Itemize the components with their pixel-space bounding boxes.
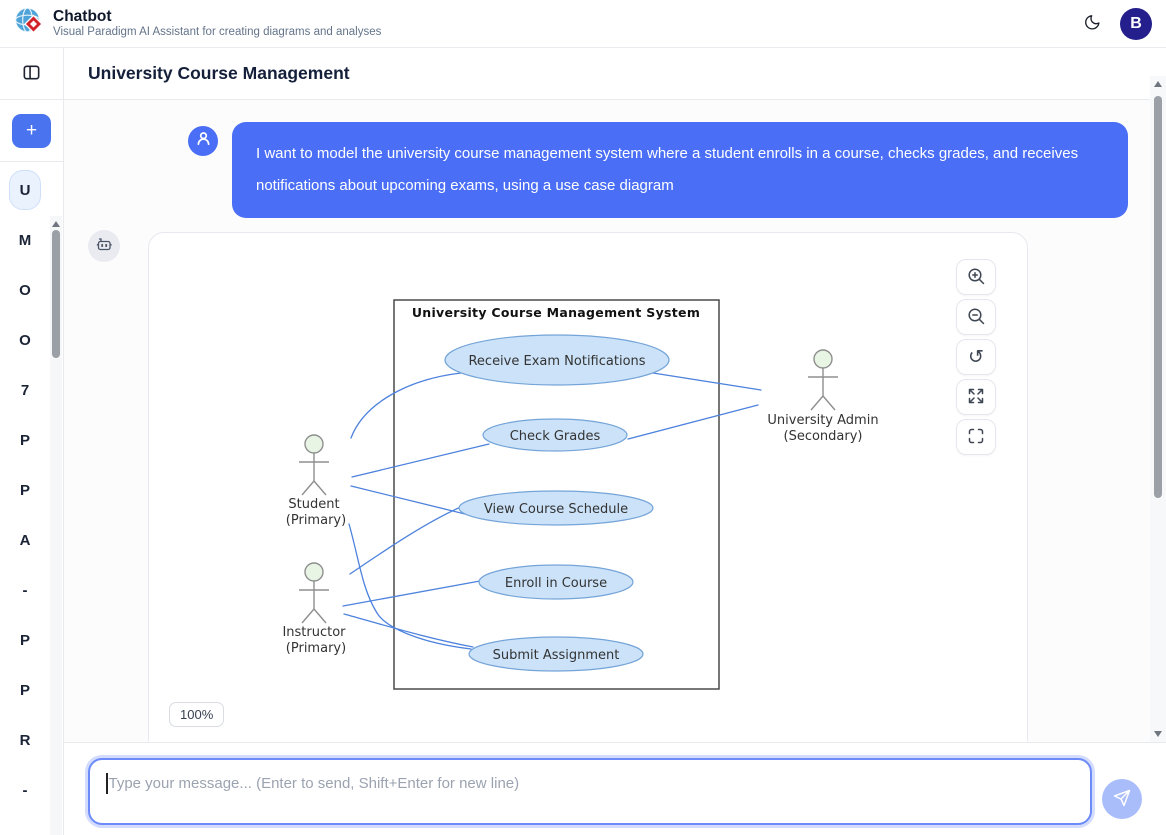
- fullscreen-button[interactable]: [956, 419, 996, 455]
- text-caret: [106, 773, 108, 794]
- actor-student: Student (Primary): [286, 435, 346, 528]
- sidebar-item-1[interactable]: M: [9, 220, 41, 260]
- sidebar: + U M O O 7 P P A - P P R -: [0, 48, 64, 835]
- assistant-avatar: [88, 230, 120, 262]
- sidebar-item-6[interactable]: P: [9, 470, 41, 510]
- svg-text:Check Grades: Check Grades: [510, 429, 601, 444]
- sidebar-item-0[interactable]: U: [9, 170, 41, 210]
- expand-button[interactable]: [956, 379, 996, 415]
- app-header: Chatbot Visual Paradigm AI Assistant for…: [0, 0, 1166, 48]
- sidebar-item-3[interactable]: O: [9, 320, 41, 360]
- use-case-diagram-canvas[interactable]: University Course Management System: [274, 291, 891, 698]
- diagram-card: University Course Management System: [148, 232, 1028, 742]
- sidebar-item-2[interactable]: O: [9, 270, 41, 310]
- chat-scrollbar-thumb[interactable]: [1154, 96, 1162, 498]
- app-subtitle: Visual Paradigm AI Assistant for creatin…: [53, 25, 381, 39]
- composer-bar: Type your message... (Enter to send, Shi…: [64, 742, 1166, 835]
- diagram-viewer-controls: ↺: [956, 259, 996, 455]
- svg-text:View Course Schedule: View Course Schedule: [484, 502, 628, 517]
- use-case-submit-assignment: Submit Assignment: [469, 637, 643, 671]
- chat-area: I want to model the university course ma…: [64, 100, 1166, 742]
- person-icon: [195, 130, 212, 152]
- message-input-placeholder: Type your message... (Enter to send, Shi…: [109, 773, 520, 794]
- expand-arrows-icon: [965, 385, 987, 410]
- user-profile-avatar[interactable]: B: [1120, 8, 1152, 40]
- sidebar-item-9[interactable]: P: [9, 620, 41, 660]
- svg-text:(Primary): (Primary): [286, 641, 346, 656]
- moon-icon: [1083, 13, 1102, 35]
- svg-text:Submit Assignment: Submit Assignment: [493, 648, 620, 663]
- actor-instructor: Instructor (Primary): [282, 563, 346, 656]
- svg-text:University Admin: University Admin: [767, 413, 878, 428]
- sidebar-item-4[interactable]: 7: [9, 370, 41, 410]
- app-window: Chatbot Visual Paradigm AI Assistant for…: [0, 0, 1166, 835]
- reset-rotation-icon: ↺: [968, 348, 984, 367]
- page-title: University Course Management: [88, 63, 350, 84]
- scroll-up-arrow[interactable]: [52, 221, 60, 227]
- svg-text:(Primary): (Primary): [286, 513, 346, 528]
- use-case-view-course-schedule: View Course Schedule: [459, 491, 653, 525]
- sidebar-item-5[interactable]: P: [9, 420, 41, 460]
- reset-view-button[interactable]: ↺: [956, 339, 996, 375]
- paper-plane-icon: [1111, 787, 1133, 812]
- zoom-level-badge: 100%: [169, 702, 224, 727]
- theme-toggle-button[interactable]: [1083, 13, 1102, 35]
- sidebar-toggle-button[interactable]: [21, 62, 42, 86]
- use-case-receive-exam-notifications: Receive Exam Notifications: [445, 335, 669, 385]
- user-message-avatar: [188, 126, 218, 156]
- zoom-in-button[interactable]: [956, 259, 996, 295]
- sidebar-scrollbar[interactable]: [50, 216, 62, 835]
- sidebar-item-12[interactable]: -: [9, 770, 41, 810]
- zoom-in-icon: [965, 265, 987, 290]
- sidebar-item-7[interactable]: A: [9, 520, 41, 560]
- message-input[interactable]: Type your message... (Enter to send, Shi…: [88, 758, 1092, 825]
- send-button[interactable]: [1102, 779, 1142, 819]
- sidebar-item-8[interactable]: -: [9, 570, 41, 610]
- chat-scrollbar[interactable]: [1150, 76, 1166, 742]
- zoom-out-icon: [965, 305, 987, 330]
- svg-text:Enroll in Course: Enroll in Course: [505, 576, 607, 591]
- brand: Chatbot Visual Paradigm AI Assistant for…: [14, 6, 381, 41]
- scroll-down-arrow[interactable]: [1154, 731, 1162, 737]
- app-title: Chatbot: [53, 8, 381, 25]
- fullscreen-icon: [965, 425, 987, 450]
- svg-text:Student: Student: [288, 497, 339, 512]
- scroll-up-arrow[interactable]: [1154, 81, 1162, 87]
- panel-toggle-icon: [21, 62, 42, 86]
- use-case-check-grades: Check Grades: [483, 419, 627, 451]
- new-chat-button[interactable]: +: [12, 114, 51, 148]
- conversation-title-bar: University Course Management: [64, 48, 1166, 100]
- user-message-bubble: I want to model the university course ma…: [232, 122, 1128, 218]
- visual-paradigm-logo-icon: [14, 6, 44, 41]
- svg-text:Receive Exam Notifications: Receive Exam Notifications: [468, 354, 645, 369]
- zoom-out-button[interactable]: [956, 299, 996, 335]
- sidebar-scrollbar-thumb[interactable]: [52, 230, 60, 358]
- use-case-enroll-in-course: Enroll in Course: [479, 565, 633, 599]
- svg-text:Instructor: Instructor: [282, 625, 346, 640]
- sidebar-item-10[interactable]: P: [9, 670, 41, 710]
- chat-history-list: U M O O 7 P P A - P P R -: [0, 162, 50, 810]
- actor-university-admin: University Admin (Secondary): [767, 350, 878, 444]
- sidebar-item-11[interactable]: R: [9, 720, 41, 760]
- system-boundary-title: University Course Management System: [412, 305, 700, 320]
- robot-icon: [94, 234, 114, 259]
- svg-text:(Secondary): (Secondary): [784, 429, 863, 444]
